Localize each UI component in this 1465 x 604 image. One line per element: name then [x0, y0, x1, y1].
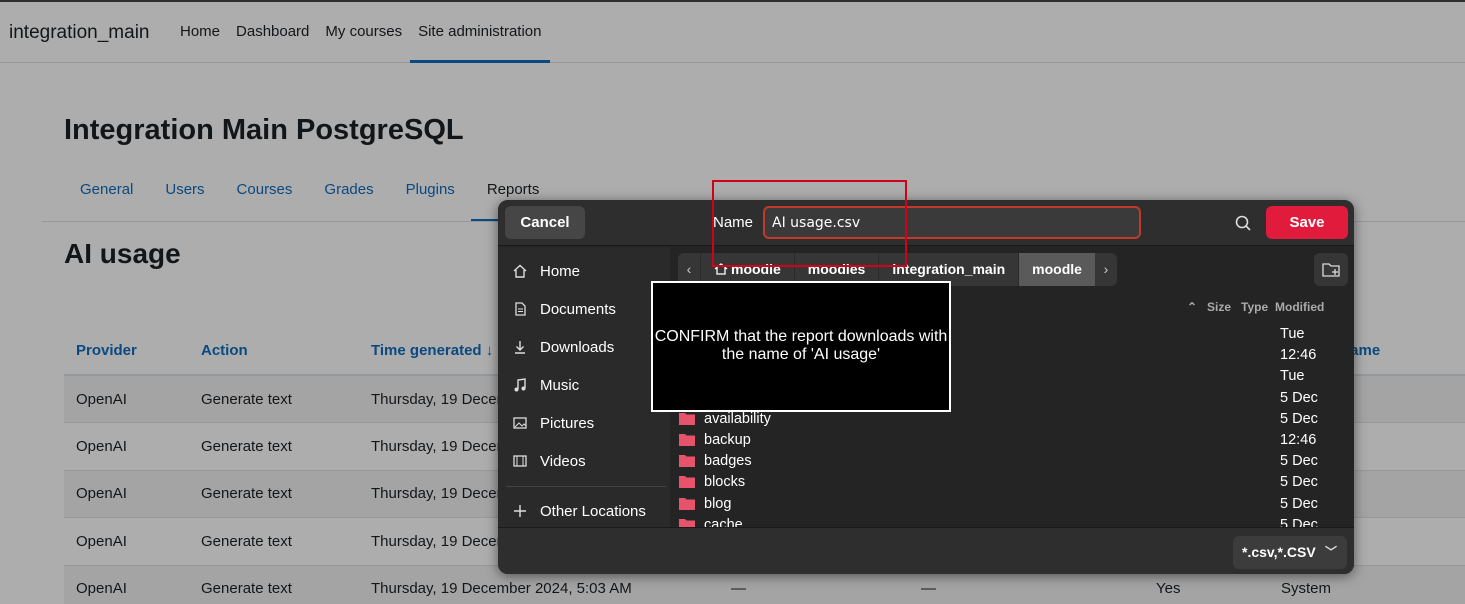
file-modified: 5 Dec: [1280, 474, 1318, 491]
video-icon: [510, 451, 530, 471]
file-modified: 12:46: [1280, 347, 1317, 364]
sidebar-item-documents[interactable]: Documents: [510, 294, 666, 324]
new-folder-icon[interactable]: [1314, 253, 1348, 286]
plus-icon: [510, 501, 530, 521]
sidebar-item-pictures[interactable]: Pictures: [510, 408, 666, 438]
file-modified: 5 Dec: [1280, 389, 1318, 406]
file-name: badges: [704, 453, 752, 470]
file-row[interactable]: cache 5 Dec: [672, 515, 1354, 527]
sidebar-item-label: Other Locations: [540, 502, 646, 520]
sidebar-item-label: Downloads: [540, 338, 615, 356]
file-name: cache: [704, 516, 743, 527]
cancel-button[interactable]: Cancel: [505, 206, 585, 239]
dialog-header: Cancel Name Save: [498, 200, 1354, 246]
folder-icon: [679, 412, 695, 425]
sidebar-item-other-locations[interactable]: Other Locations: [510, 496, 666, 526]
music-icon: [510, 375, 530, 395]
picture-icon: [510, 413, 530, 433]
chevron-down-icon: ﹀: [1324, 545, 1337, 559]
sidebar-item-music[interactable]: Music: [510, 370, 666, 400]
sidebar-item-label: Documents: [540, 300, 616, 318]
file-name: blog: [704, 495, 732, 512]
folder-icon: [679, 476, 695, 489]
file-modified: Tue: [1280, 368, 1305, 385]
file-modified: Tue: [1280, 326, 1305, 342]
folder-icon: [679, 497, 695, 510]
places-sidebar: Home Documents Downloads Music Pictures …: [498, 247, 670, 527]
file-modified: 5 Dec: [1280, 410, 1318, 427]
sidebar-divider: [506, 486, 666, 487]
sidebar-item-downloads[interactable]: Downloads: [510, 332, 666, 362]
sidebar-item-home[interactable]: Home: [510, 256, 666, 286]
filename-label: Name: [713, 214, 754, 231]
column-size[interactable]: Size: [1207, 300, 1231, 314]
file-name: availability: [704, 410, 771, 427]
column-modified[interactable]: Modified: [1275, 300, 1324, 314]
sidebar-item-videos[interactable]: Videos: [510, 446, 666, 476]
annotation-note: CONFIRM that the report downloads with t…: [651, 281, 951, 412]
path-crumb-moodle[interactable]: moodle: [1018, 253, 1095, 286]
home-icon: [714, 263, 728, 275]
sidebar-item-label: Music: [540, 376, 580, 394]
sort-ascending-icon[interactable]: ⌃: [1187, 300, 1197, 314]
document-icon: [510, 299, 530, 319]
folder-icon: [679, 455, 695, 468]
search-icon[interactable]: [1230, 210, 1256, 236]
file-modified: 12:46: [1280, 432, 1317, 448]
file-modified: 5 Dec: [1280, 453, 1318, 470]
file-name: backup: [704, 432, 751, 448]
file-row[interactable]: blog 5 Dec: [672, 494, 1354, 515]
sidebar-item-label: Pictures: [540, 414, 595, 432]
file-name: blocks: [704, 474, 746, 491]
download-icon: [510, 337, 530, 357]
folder-icon: [679, 518, 695, 527]
column-type[interactable]: Type: [1241, 300, 1268, 314]
file-modified: 5 Dec: [1280, 495, 1318, 512]
sidebar-item-label: Home: [540, 262, 581, 280]
dialog-footer: *.csv,*.CSV ﹀: [498, 527, 1354, 574]
folder-icon: [679, 434, 695, 446]
sidebar-item-label: Videos: [540, 452, 586, 470]
home-icon: [510, 261, 530, 281]
file-row[interactable]: backup 12:46: [672, 430, 1354, 451]
file-type-filter[interactable]: *.csv,*.CSV ﹀: [1233, 536, 1347, 569]
file-row[interactable]: blocks 5 Dec: [672, 472, 1354, 493]
save-button[interactable]: Save: [1266, 206, 1348, 239]
file-row[interactable]: badges 5 Dec: [672, 451, 1354, 472]
file-modified: 5 Dec: [1280, 516, 1318, 527]
filename-input[interactable]: [763, 206, 1141, 239]
path-forward-icon[interactable]: ›: [1094, 253, 1117, 286]
